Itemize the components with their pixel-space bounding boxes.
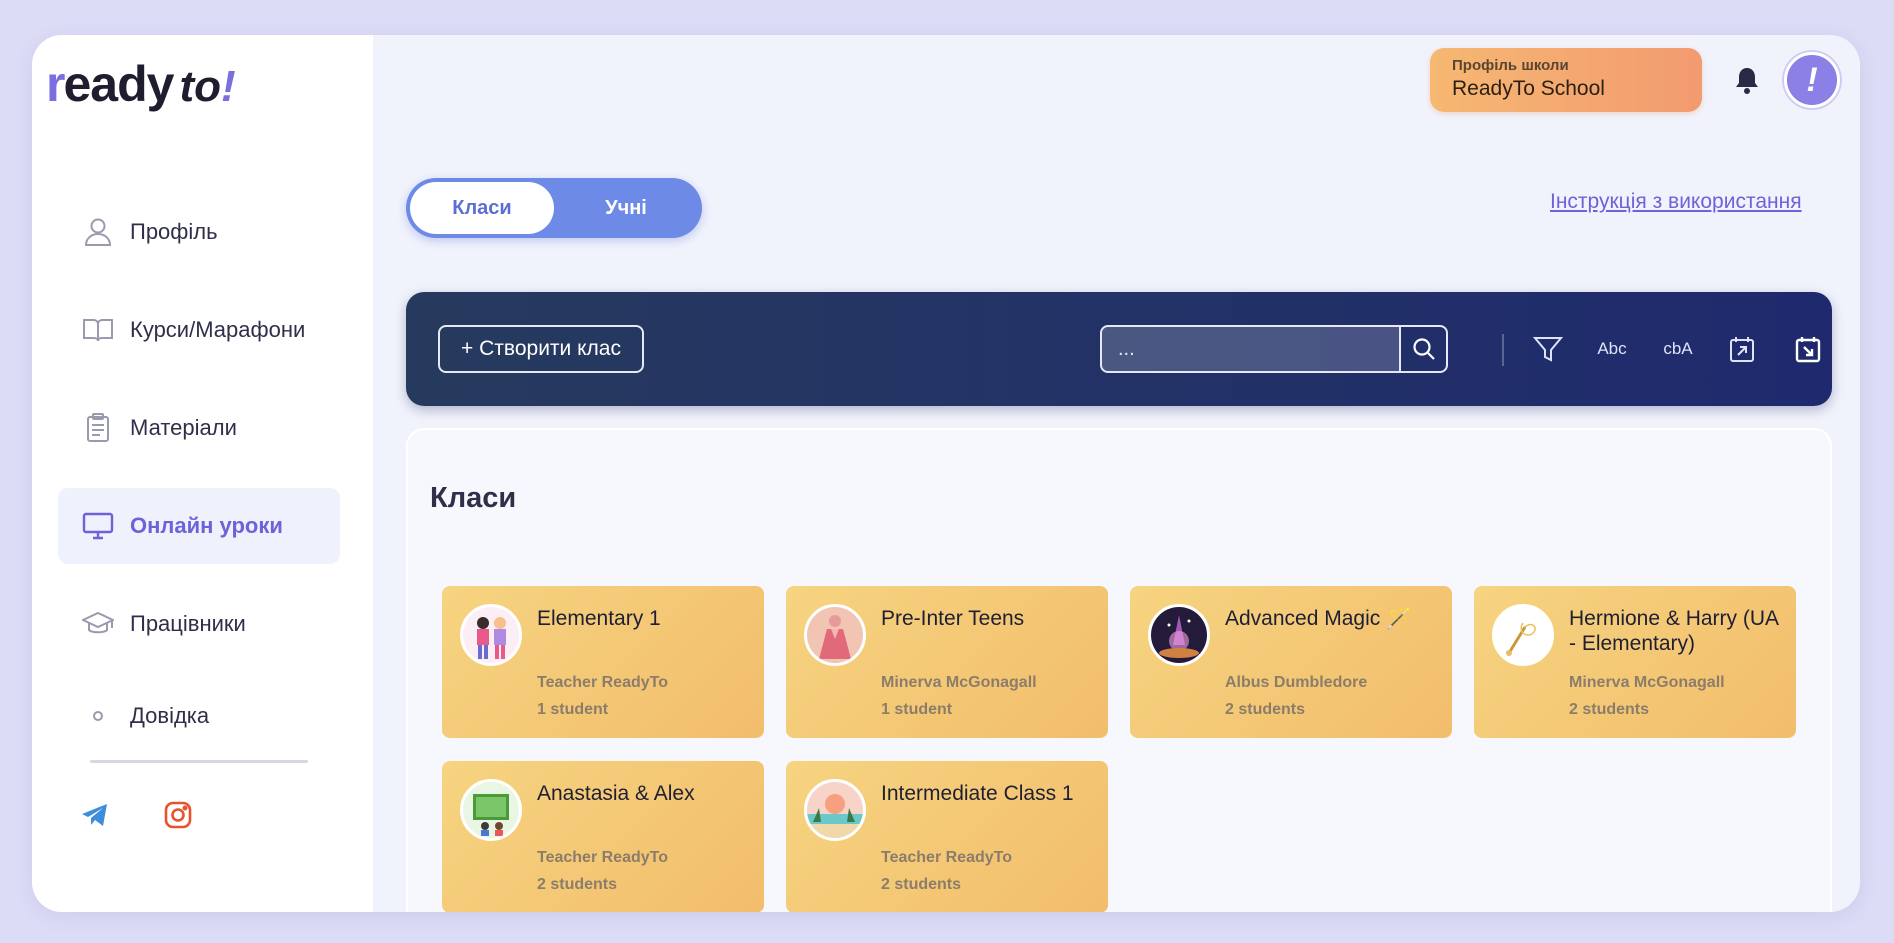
sidebar-item-label: Довідка: [130, 703, 210, 728]
logo-exclamation: !: [220, 62, 236, 111]
usage-guide-link[interactable]: Інструкція з використання: [1550, 190, 1802, 214]
app-window: r eady to! Профіль Курси/Марафони Матеріал…: [32, 35, 1860, 912]
sort-az-label: Abc: [1597, 339, 1627, 358]
bell-icon[interactable]: [1732, 65, 1762, 95]
classes-panel: Класи Elementary 1 Teacher ReadyTo 1 stu…: [406, 428, 1832, 912]
class-teacher: Albus Dumbledore: [1225, 674, 1368, 691]
class-student-count: 1 student: [881, 701, 953, 718]
sidebar-item-label: Курси/Марафони: [130, 317, 306, 342]
sidebar-item-employees[interactable]: Працівники: [58, 586, 340, 662]
class-card[interactable]: Advanced Magic 🪄 Albus Dumbledore 2 stud…: [1130, 586, 1452, 738]
user-icon: [80, 214, 116, 250]
sort-za-icon[interactable]: cbA: [1658, 329, 1698, 369]
class-student-count: 2 students: [881, 876, 962, 893]
class-student-count: 1 student: [537, 701, 609, 718]
sidebar-item-label: Матеріали: [130, 415, 237, 440]
dot-icon: [80, 698, 116, 734]
telegram-icon[interactable]: [77, 797, 113, 833]
class-name: Elementary 1: [537, 607, 661, 630]
class-card[interactable]: Pre-Inter Teens Minerva McGonagall 1 stu…: [786, 586, 1108, 738]
calendar-export-icon[interactable]: [1722, 329, 1762, 369]
class-teacher: Minerva McGonagall: [1569, 674, 1725, 691]
sidebar-item-label: Профіль: [130, 219, 218, 244]
create-class-button[interactable]: + Створити клас: [438, 325, 644, 373]
search-icon: [1412, 338, 1435, 360]
class-name: Advanced Magic 🪄: [1225, 607, 1413, 630]
class-thumbnail: [804, 604, 866, 666]
class-thumbnail: [1148, 604, 1210, 666]
logo-to: to: [179, 62, 221, 111]
panel-title: Класи: [430, 482, 517, 514]
class-name: Pre-Inter Teens: [881, 607, 1025, 630]
class-thumbnail: [1492, 604, 1554, 666]
avatar[interactable]: !: [1784, 52, 1840, 108]
class-student-count: 2 students: [1225, 701, 1306, 718]
logo-eady: eady: [63, 56, 174, 112]
class-name: Intermediate Class 1: [881, 782, 1074, 805]
graduation-cap-icon: [80, 606, 116, 642]
class-teacher: Teacher ReadyTo: [537, 849, 669, 866]
sidebar-item-help[interactable]: Довідка: [58, 678, 340, 754]
instagram-icon[interactable]: [160, 797, 196, 833]
sidebar-item-online-lessons[interactable]: Онлайн уроки: [58, 488, 340, 564]
class-teacher: Teacher ReadyTo: [881, 849, 1013, 866]
school-profile-label: Профіль школи: [1452, 57, 1569, 74]
sidebar-item-courses[interactable]: Курси/Марафони: [58, 292, 340, 368]
tab-students[interactable]: Учні: [554, 182, 698, 234]
search-button[interactable]: [1399, 327, 1446, 371]
search-box: [1100, 325, 1448, 373]
class-card[interactable]: Intermediate Class 1 Teacher ReadyTo 2 s…: [786, 761, 1108, 912]
class-student-count: 2 students: [537, 876, 618, 893]
sort-za-label: cbA: [1663, 339, 1693, 358]
class-student-count: 2 students: [1569, 701, 1650, 718]
sort-az-icon[interactable]: Abc: [1592, 329, 1632, 369]
toolbar: + Створити клас Abc cbA: [406, 292, 1832, 406]
sidebar-item-materials[interactable]: Матеріали: [58, 390, 340, 466]
school-profile-button[interactable]: Профіль школи ReadyTo School: [1430, 48, 1702, 112]
school-name: ReadyTo School: [1452, 77, 1605, 100]
class-name: Hermione & Harry (UA - Elementary): [1569, 607, 1778, 655]
sidebar-divider: [90, 760, 308, 763]
logo-r: r: [46, 56, 66, 112]
sidebar-item-label: Онлайн уроки: [130, 513, 283, 538]
search-input[interactable]: [1102, 327, 1399, 371]
sidebar: r eady to! Профіль Курси/Марафони Матеріал…: [32, 35, 373, 912]
class-thumbnail: [460, 604, 522, 666]
class-card[interactable]: Elementary 1 Teacher ReadyTo 1 student: [442, 586, 764, 738]
class-teacher: Teacher ReadyTo: [537, 674, 669, 691]
class-thumbnail: [804, 779, 866, 841]
book-icon: [80, 312, 116, 348]
class-name: Anastasia & Alex: [537, 782, 695, 805]
class-teacher: Minerva McGonagall: [881, 674, 1037, 691]
class-card[interactable]: Anastasia & Alex Teacher ReadyTo 2 stude…: [442, 761, 764, 912]
monitor-icon: [80, 508, 116, 544]
avatar-letter: !: [1806, 60, 1818, 99]
class-thumbnail: [460, 779, 522, 841]
calendar-import-icon[interactable]: [1788, 329, 1828, 369]
toolbar-separator: [1502, 334, 1504, 366]
sidebar-item-profile[interactable]: Профіль: [58, 194, 340, 270]
filter-icon[interactable]: [1528, 329, 1568, 369]
sidebar-item-label: Працівники: [130, 611, 246, 636]
class-card[interactable]: Hermione & Harry (UA - Elementary) Miner…: [1474, 586, 1796, 738]
tab-classes[interactable]: Класи: [410, 182, 554, 234]
logo[interactable]: r eady to!: [46, 55, 236, 115]
clipboard-icon: [80, 410, 116, 446]
view-toggle: Класи Учні: [406, 178, 702, 238]
